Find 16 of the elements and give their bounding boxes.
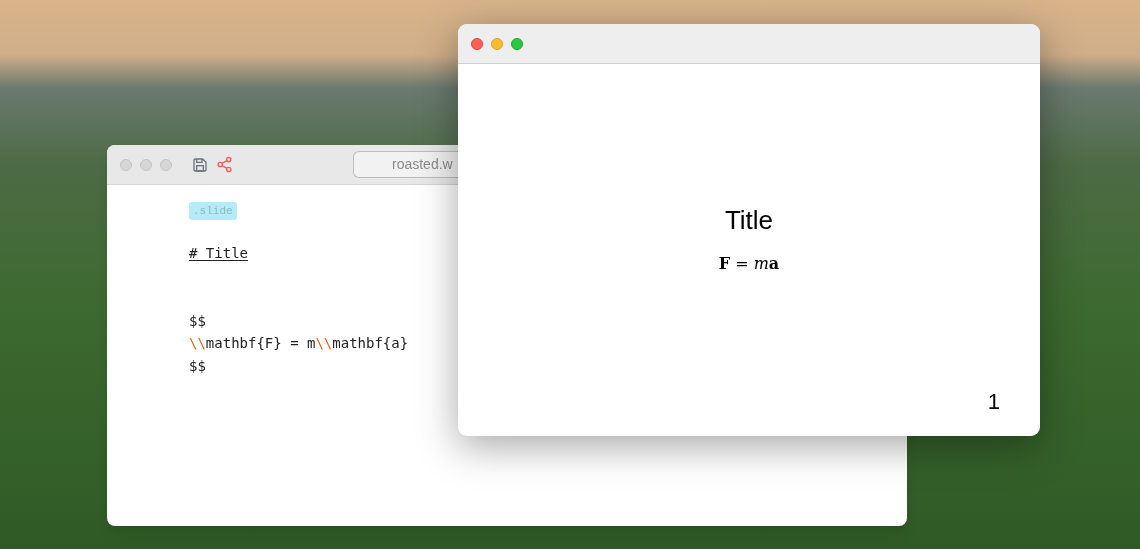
- markdown-heading: # Title: [189, 244, 248, 263]
- share-icon[interactable]: [216, 156, 233, 173]
- code-line: $$: [189, 311, 206, 331]
- code-line: $$: [189, 356, 206, 376]
- window-control-icon[interactable]: [491, 37, 503, 50]
- window-control-icon[interactable]: [471, 37, 483, 50]
- formula: F = ma: [718, 253, 780, 275]
- window-control-icon[interactable]: [160, 158, 172, 171]
- window-control-icon[interactable]: [140, 158, 152, 171]
- save-icon[interactable]: [192, 156, 208, 173]
- page-number: 1: [987, 388, 1000, 416]
- window-control-icon[interactable]: [511, 37, 523, 50]
- slide-title: Title: [724, 204, 774, 236]
- window-control-icon[interactable]: [120, 158, 132, 171]
- url-field[interactable]: roasted.w: [353, 151, 458, 178]
- code-line: \\mathbf{F} = m\\mathbf{a}: [189, 334, 409, 353]
